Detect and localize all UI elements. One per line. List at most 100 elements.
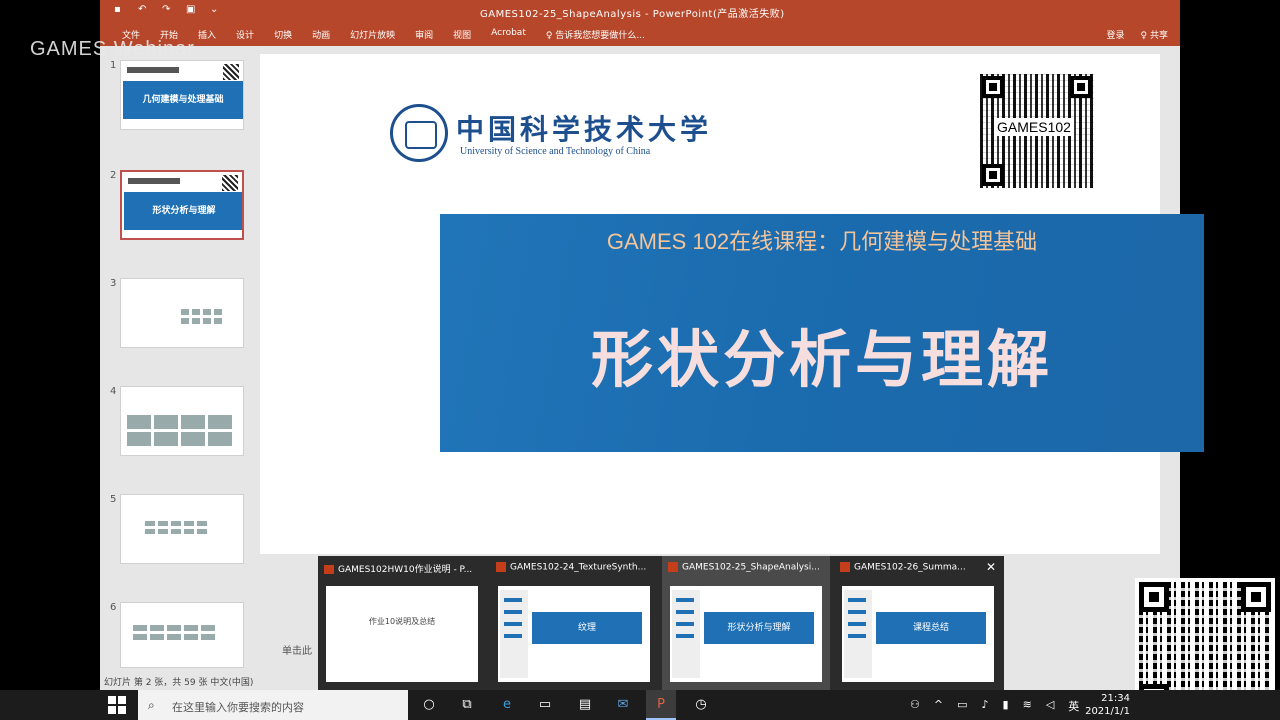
thumb-number: 5: [110, 494, 117, 505]
tab-acrobat[interactable]: Acrobat: [481, 28, 536, 41]
ime-indicator[interactable]: 英: [1068, 698, 1079, 714]
save-icon[interactable]: ▪: [114, 4, 126, 16]
mail-icon[interactable]: ✉: [614, 696, 632, 714]
logo-icon: [128, 178, 180, 184]
network-icon[interactable]: ▭: [957, 698, 967, 714]
share-button[interactable]: ♀ 共享: [1141, 28, 1168, 41]
tab-view[interactable]: 视图: [443, 28, 481, 41]
powerpoint-icon: [324, 564, 334, 574]
slide-thumbnail-6[interactable]: [120, 602, 244, 668]
thumb-content: [127, 415, 232, 446]
preview-thumbnail: 课程总结: [842, 586, 994, 682]
lecture-topic: 形状分析与理解: [590, 323, 1053, 396]
microphone-icon[interactable]: ♪: [982, 698, 989, 714]
thumb-number: 4: [110, 386, 117, 397]
slide-thumbnail-panel: 1 几何建模与处理基础 2 形状分析与理解 3 4 5 6: [100, 46, 252, 670]
customize-icon[interactable]: ⌄: [210, 4, 222, 16]
thumb-number: 6: [110, 602, 117, 613]
store-icon[interactable]: ▤: [576, 696, 594, 714]
qr-code-icon: [223, 64, 239, 80]
system-tray: ⚇ ^ ▭ ♪ ▮ ≋ ◁ 英: [910, 698, 1079, 714]
notes-pane[interactable]: 单击此: [282, 642, 312, 657]
taskbar-previews: GAMES102HW10作业说明 - P... 作业10说明及总结 GAMES1…: [318, 556, 1004, 690]
preview-window[interactable]: GAMES102-24_TextureSynth... 纹理: [490, 556, 658, 690]
slide-thumbnail-1[interactable]: 几何建模与处理基础: [120, 60, 244, 130]
slide-thumbnail-4[interactable]: [120, 386, 244, 456]
clock-time: 21:34: [1101, 693, 1130, 704]
preview-window[interactable]: GAMES102-25_ShapeAnalysi... 形状分析与理解: [662, 556, 830, 690]
preview-content: 课程总结: [876, 612, 986, 644]
taskbar-clock[interactable]: 21:34 2021/1/1: [1084, 692, 1130, 718]
preview-thumbnail: 作业10说明及总结: [326, 586, 478, 682]
powerpoint-taskbar-icon[interactable]: P: [646, 690, 676, 720]
qr-code-icon: GAMES102: [980, 74, 1094, 188]
close-icon[interactable]: ✕: [986, 560, 996, 574]
clock-app-icon[interactable]: ◷: [692, 696, 710, 714]
wifi-icon[interactable]: ≋: [1023, 698, 1032, 714]
windows-start-icon[interactable]: [108, 696, 126, 714]
preview-title: GAMES102-24_TextureSynth...: [510, 562, 647, 573]
redo-icon[interactable]: ↷: [162, 4, 174, 16]
university-name-cn: 中国科学技术大学: [456, 113, 713, 146]
tell-me-search[interactable]: ♀ 告诉我您想要做什么...: [536, 28, 655, 41]
qr-label: GAMES102: [994, 118, 1074, 136]
thumb-content: [145, 521, 207, 534]
search-icon: ⌕: [148, 698, 155, 712]
course-title: GAMES 102在线课程：几何建模与处理基础: [606, 229, 1038, 254]
preview-window[interactable]: GAMES102-26_Summa... ✕ 课程总结: [834, 556, 1002, 690]
cortana-icon[interactable]: ○: [420, 696, 438, 714]
powerpoint-icon: [840, 562, 850, 572]
title-bar: ▪ ↶ ↷ ▣ ⌄ GAMES102-25_ShapeAnalysis - Po…: [100, 0, 1180, 22]
thumb-number: 2: [110, 170, 117, 181]
powerpoint-icon: [496, 562, 506, 572]
watermark: GAMES Webinar: [30, 38, 195, 60]
chevron-up-icon[interactable]: ^: [934, 698, 943, 714]
preview-thumbnail: 形状分析与理解: [670, 586, 822, 682]
thumb-banner: 几何建模与处理基础: [123, 81, 243, 119]
preview-title: GAMES102-25_ShapeAnalysi...: [682, 562, 820, 573]
screen: ▪ ↶ ↷ ▣ ⌄ GAMES102-25_ShapeAnalysis - Po…: [0, 0, 1280, 720]
preview-content: 纹理: [532, 612, 642, 644]
task-view-icon[interactable]: ⧉: [458, 696, 476, 714]
sign-in-link[interactable]: 登录: [1107, 28, 1125, 41]
explorer-icon[interactable]: ▭: [536, 696, 554, 714]
battery-icon[interactable]: ▮: [1003, 698, 1009, 714]
windows-taskbar: ⌕ 在这里输入你要搜索的内容 ○ ⧉ e ▭ ▤ ✉ P ◷ ⚇ ^ ▭ ♪ ▮…: [0, 690, 1280, 720]
people-icon[interactable]: ⚇: [910, 698, 920, 714]
tab-transitions[interactable]: 切换: [264, 28, 302, 41]
tab-slideshow[interactable]: 幻灯片放映: [340, 28, 405, 41]
preview-thumbnail: 纹理: [498, 586, 650, 682]
thumb-content: [133, 625, 215, 640]
window-title: GAMES102-25_ShapeAnalysis - PowerPoint(产…: [480, 9, 785, 20]
qr-code-icon: [222, 175, 238, 191]
status-text: 幻灯片 第 2 张，共 59 张 中文(中国): [104, 678, 254, 688]
preview-title: GAMES102-26_Summa...: [854, 562, 966, 573]
title-banner: GAMES 102在线课程：几何建模与处理基础 形状分析与理解: [440, 214, 1204, 452]
thumb-banner: 形状分析与理解: [124, 192, 242, 230]
thumb-number: 1: [110, 60, 117, 71]
logo-icon: [127, 67, 179, 73]
clock-date: 2021/1/1: [1085, 706, 1130, 717]
undo-icon[interactable]: ↶: [138, 4, 150, 16]
quick-access-toolbar: ▪ ↶ ↷ ▣ ⌄: [114, 4, 222, 16]
present-icon[interactable]: ▣: [186, 4, 198, 16]
tab-review[interactable]: 审阅: [405, 28, 443, 41]
volume-icon[interactable]: ◁: [1046, 698, 1054, 714]
university-seal-icon: [390, 104, 448, 162]
edge-icon[interactable]: e: [498, 696, 516, 714]
preview-content: 形状分析与理解: [704, 612, 814, 644]
powerpoint-icon: [668, 562, 678, 572]
taskbar-search-box[interactable]: ⌕ 在这里输入你要搜索的内容: [138, 690, 408, 720]
tab-animations[interactable]: 动画: [302, 28, 340, 41]
university-name-en: University of Science and Technology of …: [460, 146, 651, 157]
preview-title: GAMES102HW10作业说明 - P...: [338, 565, 473, 574]
search-placeholder: 在这里输入你要搜索的内容: [172, 701, 304, 714]
slide-thumbnail-3[interactable]: [120, 278, 244, 348]
slide-thumbnail-5[interactable]: [120, 494, 244, 564]
preview-window[interactable]: GAMES102HW10作业说明 - P... 作业10说明及总结: [318, 556, 486, 690]
slide-thumbnail-2[interactable]: 形状分析与理解: [120, 170, 244, 240]
current-slide[interactable]: 中国科学技术大学 University of Science and Techn…: [260, 54, 1204, 554]
ribbon-tabs: 文件 开始 插入 设计 切换 动画 幻灯片放映 审阅 视图 Acrobat ♀ …: [100, 22, 1180, 46]
tab-design[interactable]: 设计: [226, 28, 264, 41]
thumb-content: [181, 309, 222, 324]
